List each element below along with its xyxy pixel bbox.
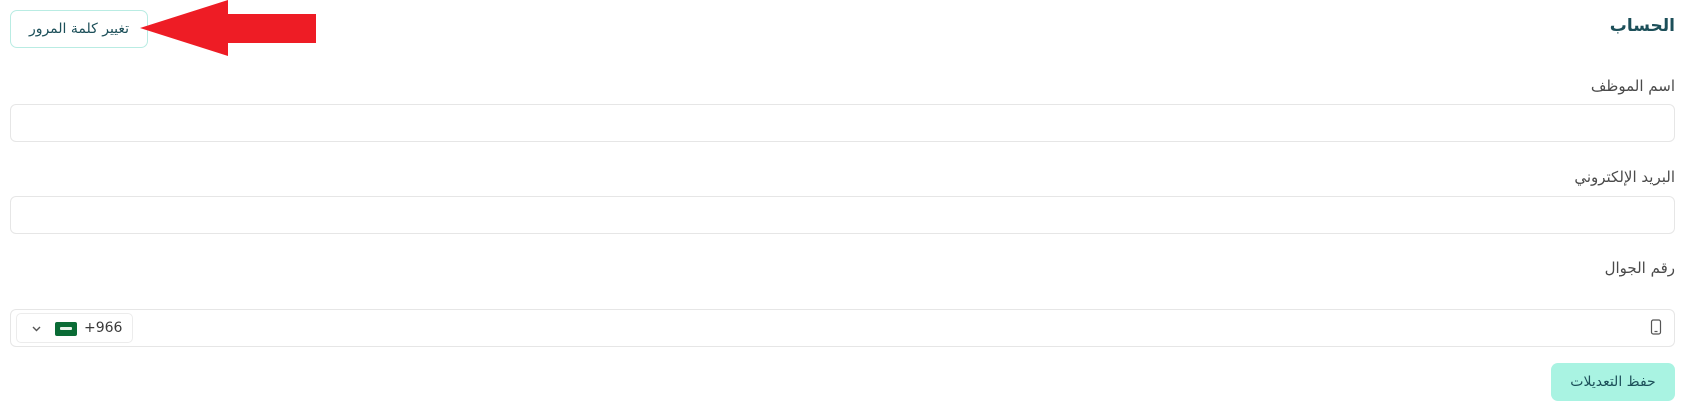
email-label: البريد الإلكتروني xyxy=(1574,168,1675,186)
mobile-input[interactable] xyxy=(136,311,1636,345)
email-input[interactable] xyxy=(10,196,1675,234)
saudi-arabia-flag-icon xyxy=(55,322,77,336)
arrow-shape xyxy=(140,0,316,56)
save-changes-button[interactable]: حفظ التعديلات xyxy=(1551,363,1675,401)
mobile-label: رقم الجوال xyxy=(1604,259,1675,277)
mobile-field: +966 xyxy=(10,309,1675,347)
red-arrow-icon xyxy=(140,0,316,56)
mobile-phone-icon xyxy=(1650,319,1662,335)
change-password-button[interactable]: تغيير كلمة المرور xyxy=(10,10,148,48)
country-dial-code: +966 xyxy=(84,320,123,336)
page-title: الحساب xyxy=(1609,16,1675,36)
employee-name-label: اسم الموظف xyxy=(1590,77,1675,95)
country-code-select[interactable]: +966 xyxy=(16,313,133,343)
chevron-down-icon xyxy=(32,326,41,332)
employee-name-input[interactable] xyxy=(10,104,1675,142)
